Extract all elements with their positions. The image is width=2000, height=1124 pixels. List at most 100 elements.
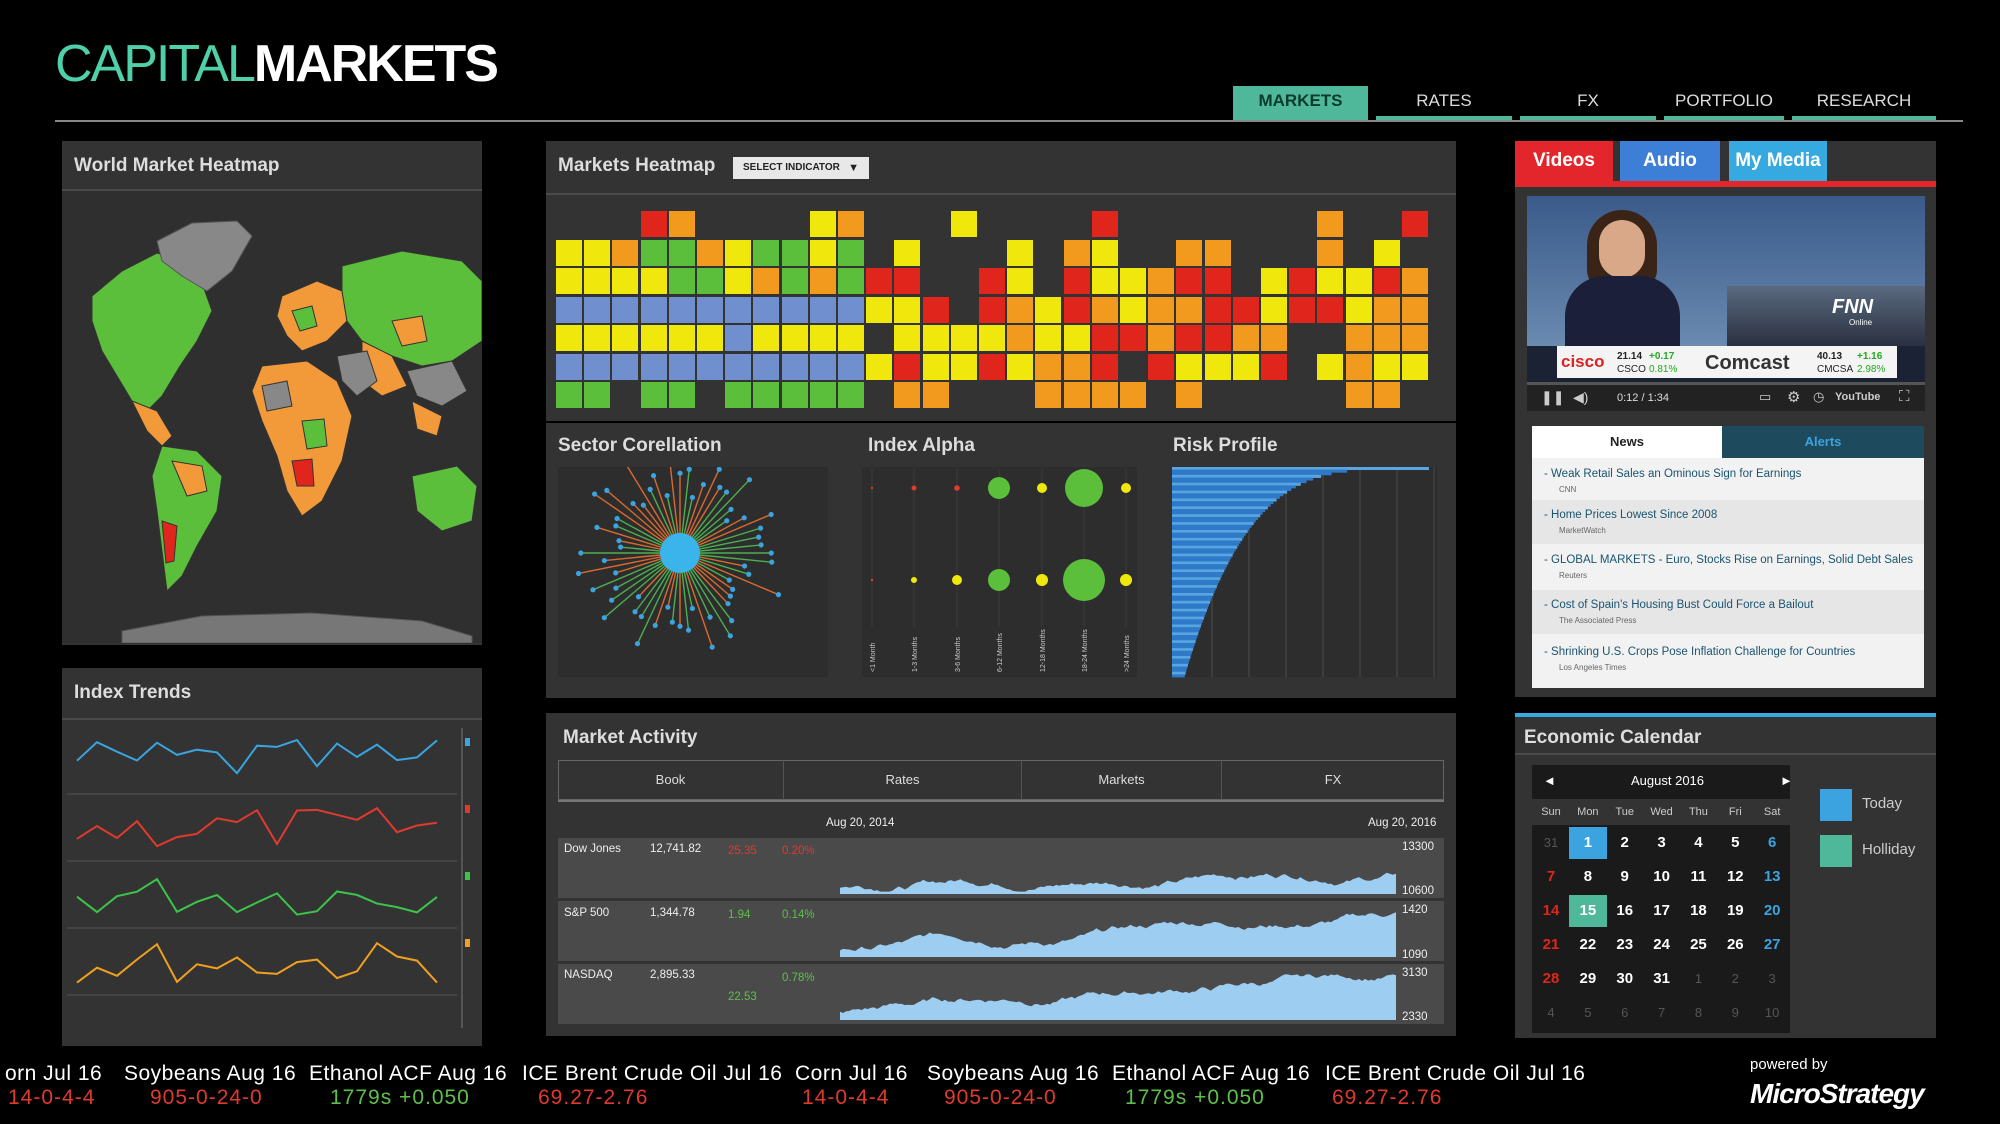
heatmap-cell[interactable] (668, 239, 695, 266)
settings-gear-icon[interactable]: ⚙ (1787, 388, 1800, 406)
heatmap-cell[interactable] (781, 239, 808, 266)
calendar-day[interactable]: 11 (1679, 861, 1717, 893)
calendar-day[interactable]: 16 (1606, 895, 1644, 927)
video-progress[interactable] (1527, 382, 1925, 385)
heatmap-cell[interactable] (979, 353, 1005, 380)
heatmap-cell[interactable] (612, 353, 639, 380)
heatmap-cell[interactable] (640, 382, 667, 408)
heatmap-cell[interactable] (1261, 353, 1287, 380)
heatmap-cell[interactable] (1373, 268, 1400, 294)
heatmap-cell[interactable] (1007, 239, 1034, 266)
heatmap-cell[interactable] (1317, 211, 1344, 237)
heatmap-cell[interactable] (640, 353, 667, 380)
heatmap-cell[interactable] (809, 211, 836, 237)
calendar-day[interactable]: 10 (1753, 997, 1791, 1029)
calendar-day[interactable]: 6 (1753, 827, 1791, 859)
heatmap-cell[interactable] (556, 382, 582, 408)
heatmap-cell[interactable] (1232, 325, 1259, 351)
calendar-day[interactable]: 31 (1643, 963, 1681, 995)
heatmap-cell[interactable] (1373, 296, 1400, 323)
heatmap-cell[interactable] (1091, 325, 1118, 351)
heatmap-cell[interactable] (1261, 268, 1287, 294)
heatmap-cell[interactable] (838, 296, 864, 323)
heatmap-cell[interactable] (612, 325, 639, 351)
heatmap-cell[interactable] (950, 353, 977, 380)
heatmap-cell[interactable] (725, 239, 752, 266)
calendar-day[interactable]: 21 (1532, 929, 1570, 961)
world-map[interactable] (62, 191, 482, 643)
heatmap-cell[interactable] (781, 268, 808, 294)
calendar-day[interactable]: 28 (1532, 963, 1570, 995)
heatmap-cell[interactable] (640, 239, 667, 266)
heatmap-cell[interactable] (1148, 353, 1175, 380)
heatmap-cell[interactable] (697, 239, 723, 266)
heatmap-cell[interactable] (781, 296, 808, 323)
news-tab-news[interactable]: News (1532, 426, 1722, 458)
calendar-day[interactable]: 22 (1569, 929, 1607, 961)
heatmap-cell[interactable] (725, 296, 752, 323)
fullscreen-icon[interactable]: ⛶ (1899, 388, 1910, 405)
calendar-day[interactable]: 30 (1606, 963, 1644, 995)
video-player[interactable]: FNN Online cisco 21.14 +0.17 CSCO 0.81% … (1527, 196, 1925, 411)
heatmap-cell[interactable] (1148, 296, 1175, 323)
heatmap-cell[interactable] (1317, 296, 1344, 323)
sector-correlation-chart[interactable] (558, 467, 828, 687)
heatmap-cell[interactable] (1289, 268, 1316, 294)
heatmap-cell[interactable] (1148, 268, 1175, 294)
heatmap-cell[interactable] (1176, 268, 1203, 294)
heatmap-cell[interactable] (1035, 296, 1062, 323)
heatmap-cell[interactable] (1176, 382, 1203, 408)
heatmap-cell[interactable] (894, 382, 921, 408)
heatmap-cell[interactable] (1204, 268, 1231, 294)
calendar-day[interactable]: 18 (1679, 895, 1717, 927)
calendar-day[interactable]: 4 (1532, 997, 1570, 1029)
heatmap-cell[interactable] (640, 296, 667, 323)
heatmap-cell[interactable] (809, 325, 836, 351)
heatmap-cell[interactable] (809, 268, 836, 294)
heatmap-cell[interactable] (1091, 353, 1118, 380)
heatmap-cell[interactable] (753, 353, 780, 380)
heatmap-cell[interactable] (725, 325, 752, 351)
nav-tab-markets[interactable]: MARKETS (1233, 86, 1368, 120)
heatmap-cell[interactable] (668, 296, 695, 323)
select-indicator-dropdown[interactable]: SELECT INDICATOR ▼ (733, 157, 869, 179)
calendar-day[interactable]: 19 (1716, 895, 1754, 927)
heatmap-cell[interactable] (1232, 353, 1259, 380)
heatmap-cell[interactable] (1345, 353, 1372, 380)
heatmap-cell[interactable] (894, 296, 921, 323)
heatmap-cell[interactable] (1007, 268, 1034, 294)
heatmap-cell[interactable] (866, 268, 893, 294)
heatmap-cell[interactable] (725, 268, 752, 294)
heatmap-cell[interactable] (1317, 239, 1344, 266)
heatmap-cell[interactable] (697, 325, 723, 351)
heatmap-cell[interactable] (725, 353, 752, 380)
heatmap-cell[interactable] (612, 239, 639, 266)
calendar-day[interactable]: 23 (1606, 929, 1644, 961)
heatmap-cell[interactable] (1063, 353, 1090, 380)
risk-profile-chart[interactable] (1172, 467, 1446, 681)
heatmap-cell[interactable] (1373, 239, 1400, 266)
news-headline[interactable]: - Shrinking U.S. Crops Pose Inflation Ch… (1544, 646, 1855, 658)
calendar-day[interactable]: 20 (1753, 895, 1791, 927)
heatmap-cell[interactable] (753, 296, 780, 323)
heatmap-cell[interactable] (1035, 353, 1062, 380)
heatmap-cell[interactable] (1317, 353, 1344, 380)
heatmap-cell[interactable] (922, 296, 949, 323)
heatmap-cell[interactable] (838, 325, 864, 351)
index-alpha-chart[interactable]: <1 Month 1-3 Months 3-6 Months 6-12 Months 1… (862, 467, 1137, 687)
heatmap-cell[interactable] (697, 353, 723, 380)
heatmap-cell[interactable] (979, 296, 1005, 323)
watch-later-icon[interactable]: ◷ (1813, 389, 1824, 405)
calendar-next-button[interactable]: ► (1780, 773, 1793, 788)
heatmap-cell[interactable] (1261, 325, 1287, 351)
heatmap-cell[interactable] (838, 239, 864, 266)
calendar-day[interactable]: 1 (1679, 963, 1717, 995)
heatmap-cell[interactable] (950, 211, 977, 237)
heatmap-cell[interactable] (753, 325, 780, 351)
heatmap-cell[interactable] (838, 382, 864, 408)
heatmap-cell[interactable] (1063, 296, 1090, 323)
ma-col-rates[interactable]: Rates (784, 760, 1022, 800)
calendar-day[interactable]: 12 (1716, 861, 1754, 893)
markets-heatmap-grid[interactable] (556, 211, 1446, 411)
heatmap-cell[interactable] (1091, 239, 1118, 266)
